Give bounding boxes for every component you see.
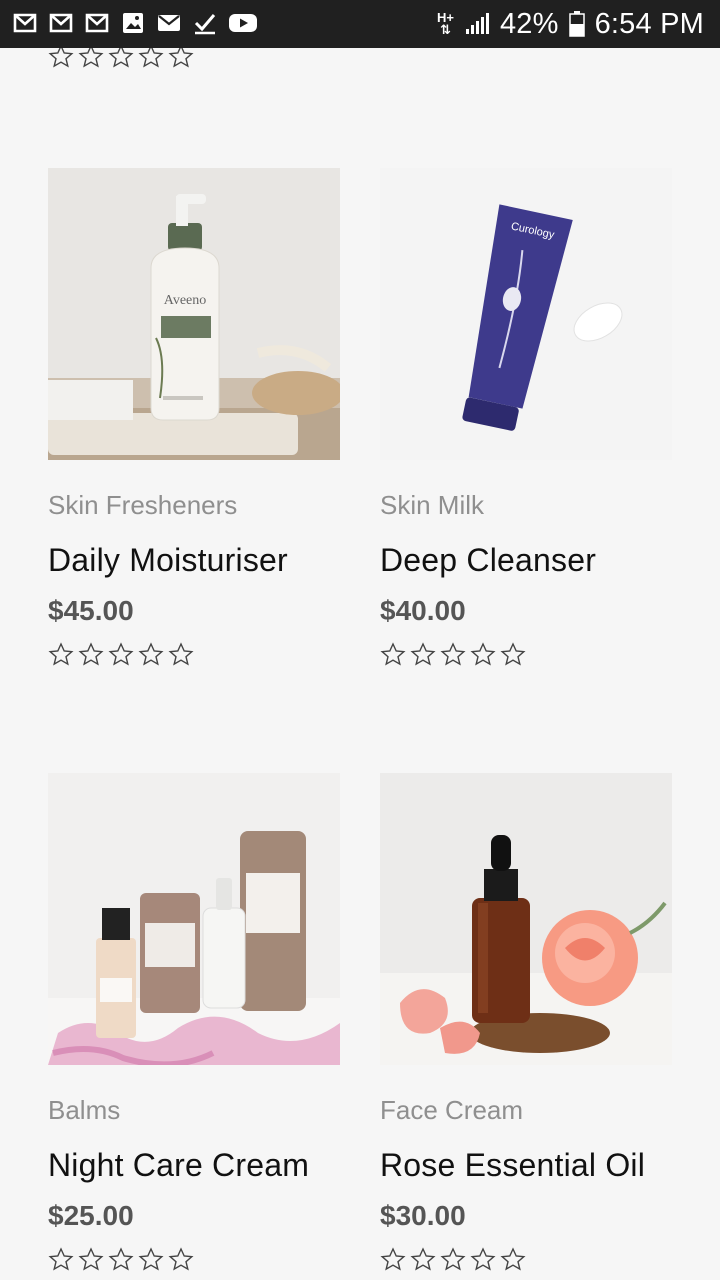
star-icon: [108, 1247, 134, 1271]
star-icon: [500, 1247, 526, 1271]
product-price: $30.00: [380, 1200, 466, 1231]
rating-stars: [380, 1247, 672, 1273]
rating-stars: [48, 642, 340, 668]
signal-icon: [465, 13, 489, 34]
product-category[interactable]: Balms: [48, 1095, 340, 1125]
product-price: $45.00: [48, 595, 134, 626]
battery-percent: 42%: [499, 7, 559, 40]
star-icon: [78, 642, 104, 666]
rose-oil-bottle-photo[interactable]: [380, 773, 672, 1065]
star-icon: [108, 642, 134, 666]
star-icon: [108, 48, 134, 68]
product-list: Aveeno Skin Fresheners Daily Moisturiser…: [0, 48, 720, 1280]
product-category[interactable]: Face Cream: [380, 1095, 672, 1125]
gmail-icon: [49, 13, 73, 33]
star-icon: [380, 1247, 406, 1271]
rating-stars: [380, 642, 672, 668]
check-icon: [194, 14, 216, 35]
network-type: H+ ⇅: [436, 10, 454, 37]
product-category[interactable]: Skin Milk: [380, 490, 672, 520]
star-icon: [48, 1247, 74, 1271]
product-name[interactable]: Rose Essential Oil: [380, 1145, 672, 1185]
star-icon: [138, 642, 164, 666]
star-icon: [410, 642, 436, 666]
star-icon: [168, 48, 194, 68]
gmail-icon: [85, 13, 109, 33]
gmail-icon: [13, 13, 37, 33]
star-icon: [440, 1247, 466, 1271]
mail-icon: [158, 15, 180, 31]
rating-stars: [48, 48, 194, 70]
cleanser-tube-photo[interactable]: Curology: [380, 168, 672, 460]
product-name[interactable]: Daily Moisturiser: [48, 540, 340, 580]
svg-text:Aveeno: Aveeno: [164, 293, 207, 308]
star-icon: [168, 1247, 194, 1271]
star-icon: [380, 642, 406, 666]
star-icon: [500, 642, 526, 666]
product-name[interactable]: Deep Cleanser: [380, 540, 672, 580]
star-icon: [440, 642, 466, 666]
star-icon: [138, 48, 164, 68]
star-icon: [138, 1247, 164, 1271]
status-bar: H+ ⇅ 42% 6:54 PM: [0, 0, 720, 48]
notification-icons: [12, 10, 258, 36]
star-icon: [78, 48, 104, 68]
star-icon: [470, 642, 496, 666]
product-card[interactable]: Aveeno Skin Fresheners Daily Moisturiser…: [48, 168, 340, 668]
youtube-icon: [229, 14, 257, 32]
star-icon: [48, 642, 74, 666]
star-icon: [78, 1247, 104, 1271]
star-icon: [168, 642, 194, 666]
skincare-set-photo[interactable]: [48, 773, 340, 1065]
star-icon: [470, 1247, 496, 1271]
product-category[interactable]: Skin Fresheners: [48, 490, 340, 520]
product-price: $25.00: [48, 1200, 134, 1231]
product-card[interactable]: Balms Night Care Cream $25.00: [48, 773, 340, 1273]
clock: 6:54 PM: [594, 7, 704, 40]
rating-stars: [48, 1247, 340, 1273]
product-card[interactable]: Face Cream Rose Essential Oil $30.00: [380, 773, 672, 1273]
product-card[interactable]: Curology Skin Milk Deep Cleanser $40.00: [380, 168, 672, 668]
product-price: $40.00: [380, 595, 466, 626]
battery-icon: [568, 11, 585, 37]
image-icon: [123, 13, 143, 33]
star-icon: [48, 48, 74, 68]
star-icon: [410, 1247, 436, 1271]
status-right: H+ ⇅ 42% 6:54 PM: [437, 0, 704, 48]
product-name[interactable]: Night Care Cream: [48, 1145, 340, 1185]
moisturiser-bottle-photo[interactable]: Aveeno: [48, 168, 340, 460]
